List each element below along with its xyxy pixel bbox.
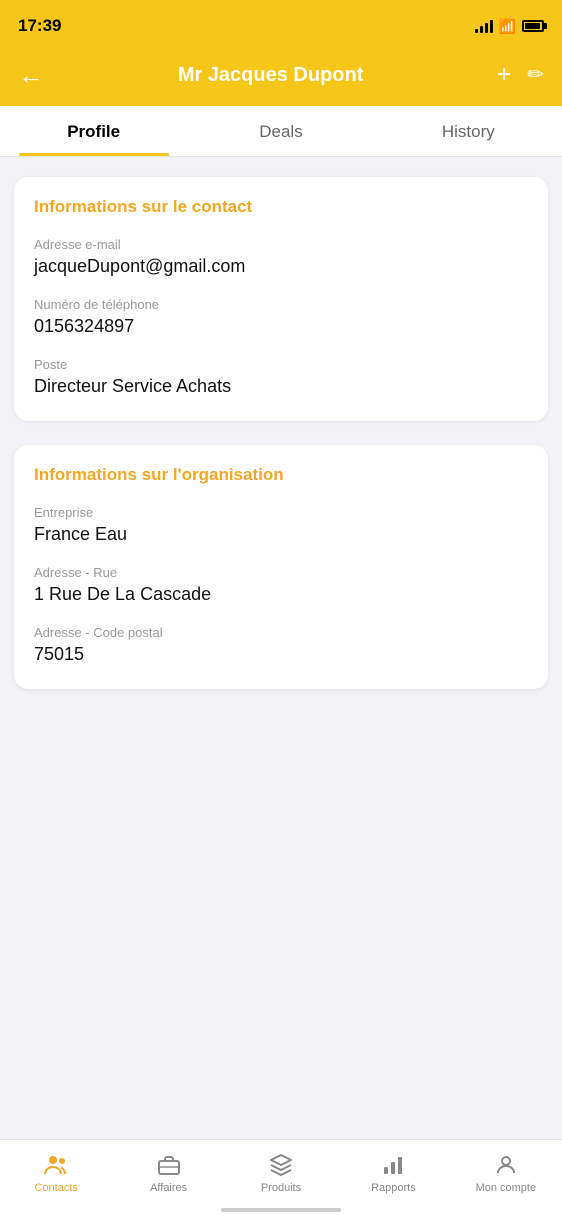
tab-profile[interactable]: Profile [0,106,187,156]
add-button[interactable]: + [497,63,511,87]
bottom-nav: Contacts Affaires Produits [0,1139,562,1218]
adresse-cp-field: Adresse - Code postal 75015 [34,625,528,665]
back-button[interactable]: ← [18,62,44,88]
nav-affaires[interactable]: Affaires [112,1148,224,1198]
email-value: jacqueDupont@gmail.com [34,256,528,277]
nav-affaires-label: Affaires [150,1182,187,1194]
adresse-rue-value: 1 Rue De La Cascade [34,584,528,605]
phone-field: Numéro de téléphone 0156324897 [34,297,528,337]
entreprise-field: Entreprise France Eau [34,505,528,545]
email-label: Adresse e-mail [34,237,528,252]
entreprise-value: France Eau [34,524,528,545]
status-time: 17:39 [18,16,61,36]
account-icon [493,1152,519,1178]
briefcase-icon [156,1152,182,1178]
nav-rapports[interactable]: Rapports [337,1148,449,1198]
phone-value: 0156324897 [34,316,528,337]
entreprise-label: Entreprise [34,505,528,520]
signal-icon [475,19,493,33]
cube-icon [268,1152,294,1178]
contacts-icon [43,1152,69,1178]
home-indicator [221,1208,341,1212]
tab-deals[interactable]: Deals [187,106,374,156]
content: Informations sur le contact Adresse e-ma… [0,157,562,733]
tabs: Profile Deals History [0,106,562,157]
nav-contacts-label: Contacts [34,1182,77,1194]
nav-produits-label: Produits [261,1182,301,1194]
chart-icon [380,1152,406,1178]
tab-history[interactable]: History [375,106,562,156]
poste-label: Poste [34,357,528,372]
status-bar: 17:39 📶 [0,0,562,50]
nav-moncompte-label: Mon compte [476,1182,537,1194]
wifi-icon: 📶 [499,18,516,35]
nav-contacts[interactable]: Contacts [0,1148,112,1198]
header-actions: + ✏ [497,63,544,87]
page-title: Mr Jacques Dupont [56,64,485,87]
phone-label: Numéro de téléphone [34,297,528,312]
nav-moncompte[interactable]: Mon compte [450,1148,562,1198]
adresse-cp-label: Adresse - Code postal [34,625,528,640]
edit-button[interactable]: ✏ [527,65,544,85]
poste-value: Directeur Service Achats [34,376,528,397]
org-info-card: Informations sur l'organisation Entrepri… [14,445,548,689]
contact-info-card: Informations sur le contact Adresse e-ma… [14,177,548,421]
adresse-rue-label: Adresse - Rue [34,565,528,580]
contact-section-title: Informations sur le contact [34,197,528,217]
poste-field: Poste Directeur Service Achats [34,357,528,397]
header: ← Mr Jacques Dupont + ✏ [0,50,562,106]
battery-icon [522,20,544,32]
status-icons: 📶 [475,18,544,35]
adresse-cp-value: 75015 [34,644,528,665]
org-section-title: Informations sur l'organisation [34,465,528,485]
nav-produits[interactable]: Produits [225,1148,337,1198]
email-field: Adresse e-mail jacqueDupont@gmail.com [34,237,528,277]
nav-rapports-label: Rapports [371,1182,416,1194]
adresse-rue-field: Adresse - Rue 1 Rue De La Cascade [34,565,528,605]
